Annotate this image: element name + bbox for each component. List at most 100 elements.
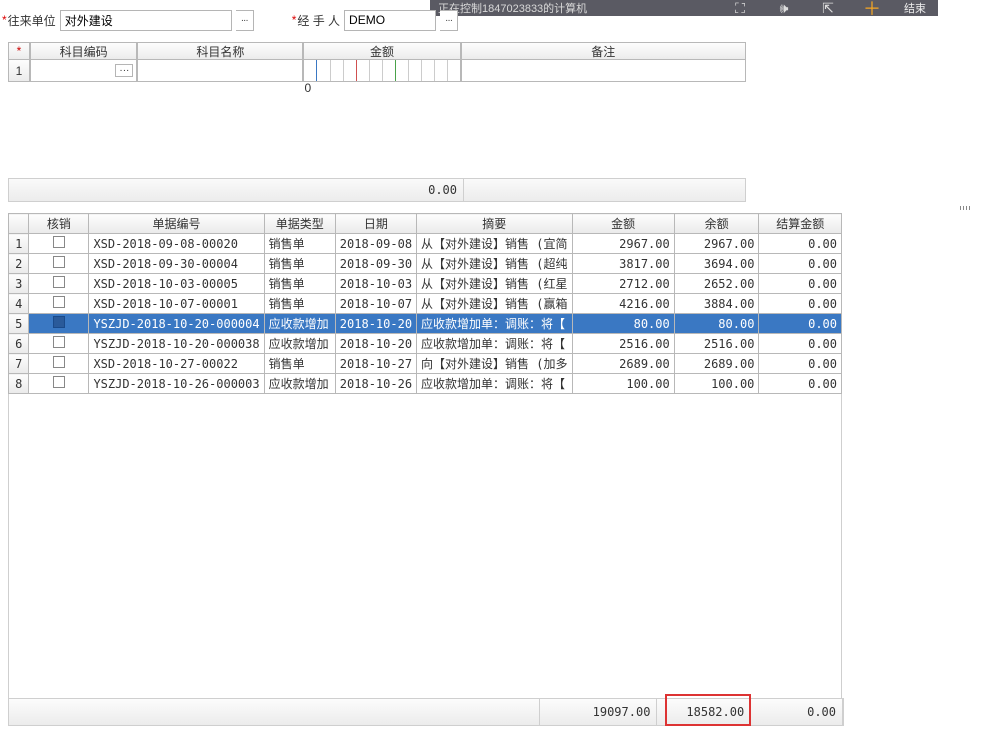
balance-cell: 2516.00	[674, 334, 759, 354]
table-row[interactable]: 7XSD-2018-10-27-00022销售单2018-10-27向【对外建设…	[9, 354, 842, 374]
filter-form: *往来单位 ··· *经 手 人 ···	[0, 8, 982, 32]
settle-cell[interactable]: 0.00	[759, 354, 842, 374]
checkbox-icon[interactable]	[53, 236, 65, 248]
settle-cell[interactable]: 0.00	[759, 274, 842, 294]
hx-checkbox-cell[interactable]	[29, 234, 89, 254]
handler-input[interactable]	[344, 10, 436, 31]
table-row[interactable]: 2XSD-2018-09-30-00004销售单2018-09-30从【对外建设…	[9, 254, 842, 274]
checkbox-icon[interactable]	[53, 256, 65, 268]
docno-cell[interactable]: YSZJD-2018-10-20-000004	[89, 314, 264, 334]
settle-header[interactable]: 结算金额	[759, 214, 842, 234]
digest-cell: 从【对外建设】销售 (红星	[417, 274, 572, 294]
docno-cell[interactable]: XSD-2018-10-03-00005	[89, 274, 264, 294]
subject-name-cell[interactable]	[137, 60, 303, 82]
date-header[interactable]: 日期	[335, 214, 416, 234]
settle-cell[interactable]: 0.00	[759, 234, 842, 254]
subject-amount-cell[interactable]: 0	[303, 60, 460, 82]
subject-lookup-icon[interactable]: ···	[115, 64, 133, 77]
balance-cell: 100.00	[674, 374, 759, 394]
hx-checkbox-cell[interactable]	[29, 254, 89, 274]
row-index: 7	[9, 354, 29, 374]
hx-header[interactable]: 核销	[29, 214, 89, 234]
table-row[interactable]: 1XSD-2018-09-08-00020销售单2018-09-08从【对外建设…	[9, 234, 842, 254]
balance-header[interactable]: 余额	[674, 214, 759, 234]
digest-cell: 应收款增加单：调账：将【	[417, 334, 572, 354]
doctype-cell: 销售单	[264, 274, 335, 294]
table-row[interactable]: 8YSZJD-2018-10-26-000003应收款增加2018-10-26应…	[9, 374, 842, 394]
checkbox-icon[interactable]	[53, 376, 65, 388]
subject-grid-footer: 0.00	[8, 178, 746, 202]
row-index: 5	[9, 314, 29, 334]
amount-header[interactable]: 金额	[572, 214, 674, 234]
subject-remark-header[interactable]: 备注	[461, 42, 746, 60]
date-cell: 2018-10-26	[335, 374, 416, 394]
checkbox-icon[interactable]	[53, 296, 65, 308]
settle-cell[interactable]: 0.00	[759, 374, 842, 394]
digest-cell: 应收款增加单：调账：将【	[417, 374, 572, 394]
total-settle: 0.00	[751, 699, 843, 725]
hx-checkbox-cell[interactable]	[29, 334, 89, 354]
date-cell: 2018-09-08	[335, 234, 416, 254]
subject-grid: * 科目编码 科目名称 金额 备注 1 ··· 0	[8, 42, 972, 200]
checkbox-icon[interactable]	[53, 336, 65, 348]
party-label: *往来单位	[2, 12, 56, 29]
balance-cell: 3884.00	[674, 294, 759, 314]
table-row[interactable]: 6YSZJD-2018-10-20-000038应收款增加2018-10-20应…	[9, 334, 842, 354]
detail-grid-empty-area[interactable]	[8, 394, 842, 716]
date-cell: 2018-10-27	[335, 354, 416, 374]
subject-grid-header: * 科目编码 科目名称 金额 备注	[8, 42, 746, 60]
party-lookup-button[interactable]: ···	[236, 10, 254, 31]
hx-checkbox-cell[interactable]	[29, 354, 89, 374]
doctype-cell: 销售单	[264, 254, 335, 274]
docno-cell[interactable]: XSD-2018-10-07-00001	[89, 294, 264, 314]
table-row[interactable]: 4 XSD-2018-10-07-00001销售单2018-10-07从【对外建设…	[9, 294, 842, 314]
docno-cell[interactable]: XSD-2018-09-30-00004	[89, 254, 264, 274]
checkbox-icon[interactable]	[53, 356, 65, 368]
settle-cell[interactable]: 0.00	[759, 334, 842, 354]
hx-checkbox-cell[interactable]	[29, 294, 89, 314]
subject-row[interactable]: 1 ··· 0	[8, 60, 746, 82]
party-input[interactable]	[60, 10, 232, 31]
docno-cell[interactable]: XSD-2018-10-27-00022	[89, 354, 264, 374]
date-cell: 2018-09-30	[335, 254, 416, 274]
row-index: 4	[9, 294, 29, 314]
doctype-cell: 销售单	[264, 294, 335, 314]
balance-cell: 80.00	[674, 314, 759, 334]
hx-checkbox-cell[interactable]	[29, 314, 89, 334]
date-cell: 2018-10-07	[335, 294, 416, 314]
amount-cell: 2689.00	[572, 354, 674, 374]
docno-cell[interactable]: YSZJD-2018-10-20-000038	[89, 334, 264, 354]
docno-header[interactable]: 单据编号	[89, 214, 264, 234]
detail-grid-footer: 19097.00 18582.00 0.00	[8, 698, 844, 726]
subject-amount-header[interactable]: 金额	[303, 42, 460, 60]
table-row[interactable]: 3XSD-2018-10-03-00005销售单2018-10-03从【对外建设…	[9, 274, 842, 294]
splitter-handle[interactable]	[8, 205, 974, 211]
date-cell: 2018-10-03	[335, 274, 416, 294]
balance-cell: 2652.00	[674, 274, 759, 294]
settle-cell[interactable]: 0.00	[759, 314, 842, 334]
hx-checkbox-cell[interactable]	[29, 274, 89, 294]
subject-code-header[interactable]: 科目编码	[30, 42, 137, 60]
checkbox-icon[interactable]	[53, 316, 65, 328]
hx-checkbox-cell[interactable]	[29, 374, 89, 394]
digest-cell: 从【对外建设】销售 (赢箱	[417, 294, 572, 314]
row-index: 1	[9, 234, 29, 254]
digest-header[interactable]: 摘要	[417, 214, 572, 234]
checkbox-icon[interactable]	[53, 276, 65, 288]
docno-cell[interactable]: XSD-2018-09-08-00020	[89, 234, 264, 254]
handler-lookup-button[interactable]: ···	[440, 10, 458, 31]
settle-cell[interactable]: 0.00	[759, 254, 842, 274]
doctype-header[interactable]: 单据类型	[264, 214, 335, 234]
handler-label: *经 手 人	[292, 12, 340, 29]
docno-cell[interactable]: YSZJD-2018-10-26-000003	[89, 374, 264, 394]
subject-code-cell[interactable]: ···	[30, 60, 137, 82]
table-row[interactable]: 5YSZJD-2018-10-20-000004应收款增加2018-10-20应…	[9, 314, 842, 334]
detail-table: 核销 单据编号 单据类型 日期 摘要 金额 余额 结算金额 1 XSD-2018-…	[8, 213, 842, 394]
doctype-cell: 销售单	[264, 354, 335, 374]
row-index: 2	[9, 254, 29, 274]
balance-cell: 2689.00	[674, 354, 759, 374]
settle-cell[interactable]: 0.00	[759, 294, 842, 314]
digest-cell: 应收款增加单：调账：将【	[417, 314, 572, 334]
subject-name-header[interactable]: 科目名称	[137, 42, 303, 60]
subject-remark-cell[interactable]	[461, 60, 746, 82]
